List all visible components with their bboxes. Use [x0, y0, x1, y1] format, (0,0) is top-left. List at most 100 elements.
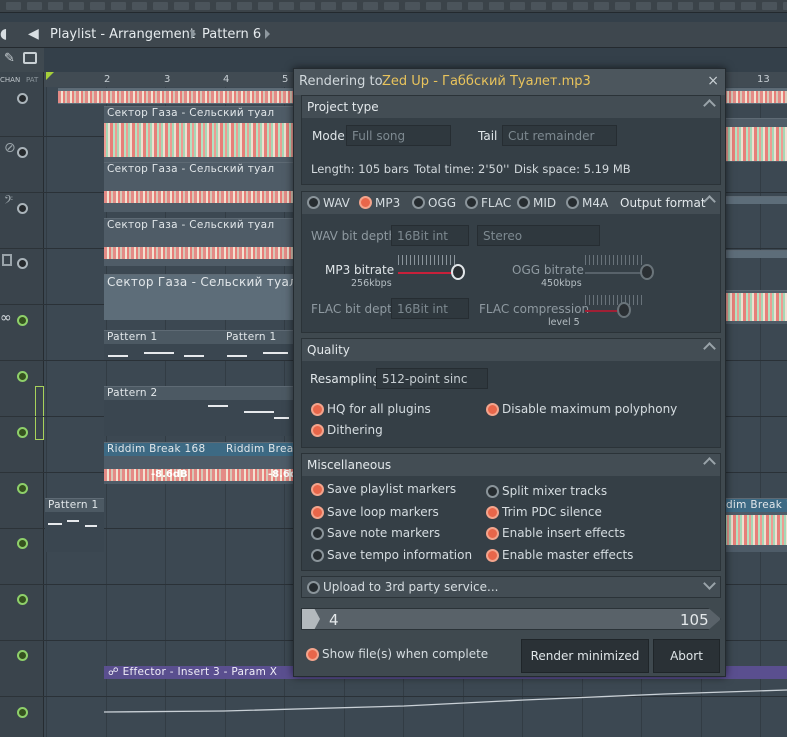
disable-polyphony-checkbox[interactable] [486, 403, 499, 416]
format-flac-label[interactable]: FLAC [481, 196, 511, 210]
audio-clip-sektor-a[interactable]: Сектор Газа - Сельский туал [104, 106, 294, 162]
flac-compression-knob[interactable] [617, 302, 631, 318]
trim-pdc-checkbox[interactable] [486, 506, 499, 519]
track-mute-led[interactable] [17, 538, 28, 549]
track-mute-led[interactable] [17, 203, 28, 214]
track-mute-led[interactable] [17, 483, 28, 494]
audio-clip-right-4[interactable] [726, 290, 787, 324]
save-tempo-checkbox[interactable] [311, 549, 324, 562]
insert-effects-checkbox[interactable] [486, 527, 499, 540]
show-files-checkbox[interactable] [306, 648, 319, 661]
breadcrumb-playlist[interactable]: Playlist - Arrangement [50, 27, 195, 42]
format-ogg-label[interactable]: OGG [428, 196, 456, 210]
ruler-bar-13: 13 [757, 74, 770, 85]
track-selector[interactable] [35, 386, 44, 440]
wav-bit-depth-select[interactable]: 16Bit int [391, 225, 469, 246]
speaker-icon[interactable]: ◖ [0, 26, 7, 42]
save-playlist-markers-checkbox[interactable] [311, 483, 324, 496]
track-mute-led[interactable] [17, 594, 28, 605]
save-loop-markers-checkbox[interactable] [311, 506, 324, 519]
save-playlist-markers-label[interactable]: Save playlist markers [327, 482, 456, 496]
audio-clip-sektor-b[interactable]: Сектор Газа - Сельский туал [104, 162, 294, 212]
format-wav-label[interactable]: WAV [323, 196, 350, 210]
format-m4a-label[interactable]: M4A [582, 196, 608, 210]
show-files-label[interactable]: Show file(s) when complete [322, 647, 488, 661]
pattern-clip-1c[interactable]: Pattern 1 [45, 498, 104, 552]
quality-header[interactable]: Quality [302, 339, 720, 361]
format-mp3-label[interactable]: MP3 [375, 196, 400, 210]
radio-mp3[interactable] [359, 196, 372, 209]
pattern-clip-1[interactable]: Pattern 1 [104, 330, 223, 360]
mp3-bitrate-knob[interactable] [451, 264, 465, 280]
dithering-label[interactable]: Dithering [327, 423, 383, 437]
tail-select[interactable]: Cut remainder [502, 125, 617, 146]
pattern-clip-1b[interactable]: Pattern 1 [223, 330, 294, 360]
misc-header[interactable]: Miscellaneous [302, 454, 720, 476]
track-icon [2, 254, 12, 266]
track-mute-led[interactable] [17, 707, 28, 718]
mode-select[interactable]: Full song [346, 125, 451, 146]
audio-clip-riddim-right[interactable]: ddim Break 1 [716, 498, 787, 552]
chevron-down-icon[interactable] [703, 577, 716, 590]
radio-m4a[interactable] [566, 196, 579, 209]
save-note-markers-checkbox[interactable] [311, 527, 324, 540]
radio-mid[interactable] [517, 196, 530, 209]
radio-ogg[interactable] [412, 196, 425, 209]
save-loop-markers-label[interactable]: Save loop markers [327, 505, 439, 519]
flac-bit-depth-select[interactable]: 16Bit int [391, 298, 469, 319]
flac-compression-slider[interactable] [585, 310, 619, 312]
collapse-icon[interactable] [703, 342, 716, 355]
disable-polyphony-label[interactable]: Disable maximum polyphony [502, 402, 677, 416]
track-mute-led[interactable] [17, 147, 28, 158]
radio-wav[interactable] [307, 196, 320, 209]
audio-clip-right-2[interactable] [726, 196, 787, 204]
dithering-checkbox[interactable] [311, 424, 324, 437]
format-mid-label[interactable]: MID [533, 196, 556, 210]
master-effects-label[interactable]: Enable master effects [502, 548, 633, 562]
insert-effects-label[interactable]: Enable insert effects [502, 526, 625, 540]
upload-dropdown[interactable]: Upload to 3rd party service... [301, 576, 721, 598]
upload-label[interactable]: Upload to 3rd party service... [323, 580, 498, 594]
mp3-bitrate-slider[interactable] [398, 272, 456, 274]
channels-select[interactable]: Stereo [477, 225, 600, 246]
track-mute-led[interactable] [17, 650, 28, 661]
audio-clip-sektor-c[interactable]: Сектор Газа - Сельский туал [104, 218, 294, 266]
radio-flac[interactable] [465, 196, 478, 209]
hq-plugins-checkbox[interactable] [311, 403, 324, 416]
trim-pdc-label[interactable]: Trim PDC silence [502, 505, 602, 519]
audio-clip-right-3[interactable] [726, 250, 787, 258]
track-mute-led[interactable] [17, 258, 28, 269]
track-mute-led[interactable] [17, 315, 28, 326]
pattern-clip-2[interactable]: Pattern 2 [104, 386, 294, 436]
abort-button[interactable]: Abort [653, 639, 720, 673]
audio-clip-sektor-d[interactable]: Сектор Газа - Сельский туал [104, 274, 294, 320]
piano-icon[interactable] [23, 52, 37, 64]
close-icon[interactable]: × [707, 73, 719, 89]
resampling-select[interactable]: 512-point sinc [376, 368, 488, 389]
save-tempo-label[interactable]: Save tempo information [327, 548, 472, 562]
hq-plugins-label[interactable]: HQ for all plugins [327, 402, 431, 416]
split-mixer-checkbox[interactable] [486, 485, 499, 498]
playhead-marker-icon[interactable] [46, 72, 54, 80]
breadcrumb-arrow-icon[interactable] [265, 29, 270, 39]
dialog-titlebar[interactable]: Rendering to Zed Up - Габбский Туалет.mp… [294, 69, 725, 95]
split-mixer-label[interactable]: Split mixer tracks [502, 484, 607, 498]
render-minimized-button[interactable]: Render minimized [521, 639, 649, 673]
save-note-markers-label[interactable]: Save note markers [327, 526, 440, 540]
audio-clip-riddim-b[interactable]: Riddim Brea -8.6dB [223, 442, 294, 484]
collapse-icon[interactable] [703, 99, 716, 112]
ogg-bitrate-slider[interactable] [585, 272, 643, 274]
brush-icon[interactable]: ✎ [4, 51, 15, 66]
audio-clip-right-1[interactable] [726, 118, 787, 162]
breadcrumb-pattern[interactable]: Pattern 6 [202, 27, 261, 42]
track-mute-led[interactable] [17, 93, 28, 104]
track-mute-led[interactable] [17, 371, 28, 382]
audio-clip-riddim[interactable]: Riddim Break 168 -8.6dB [104, 442, 223, 484]
master-effects-checkbox[interactable] [486, 549, 499, 562]
volume-icon[interactable]: ◀︎ [28, 26, 39, 42]
project-type-header[interactable]: Project type [302, 96, 720, 118]
track-mute-led[interactable] [17, 427, 28, 438]
upload-checkbox[interactable] [307, 581, 320, 594]
collapse-icon[interactable] [703, 457, 716, 470]
ogg-bitrate-knob[interactable] [640, 264, 654, 280]
